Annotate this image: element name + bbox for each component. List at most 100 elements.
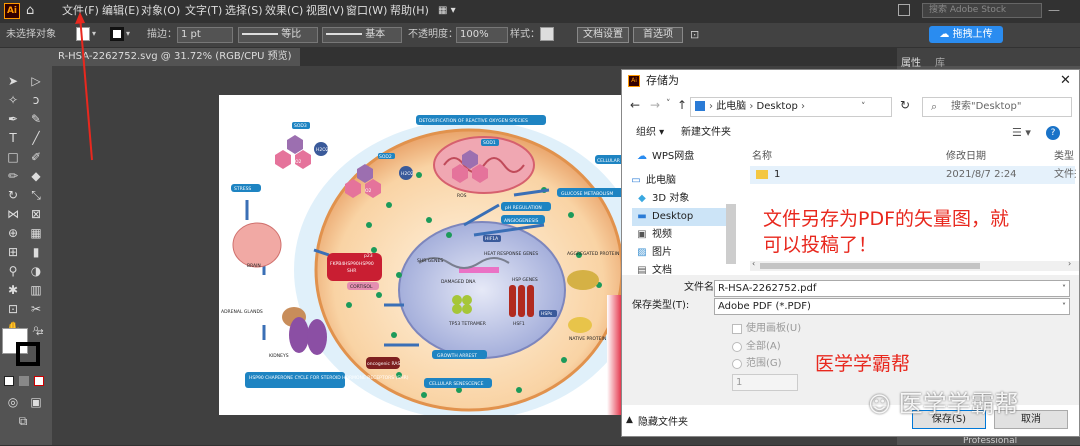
- view-options-icon[interactable]: ☰ ▾: [1012, 122, 1031, 144]
- pen-tool-icon[interactable]: ✒: [6, 112, 20, 126]
- desktop-search-input[interactable]: ⌕ 搜索"Desktop": [922, 97, 1072, 117]
- hide-folders-icon[interactable]: ▲: [626, 415, 633, 425]
- selection-tool-icon[interactable]: ➤: [6, 74, 20, 88]
- column-graph-tool-icon[interactable]: ▥: [29, 283, 43, 297]
- paintbrush-tool-icon[interactable]: ✐: [29, 150, 43, 164]
- stroke-weight-field[interactable]: 1 pt: [177, 27, 233, 43]
- dialog-title: 存储为: [646, 74, 679, 87]
- breadcrumb-this-pc[interactable]: 此电脑: [716, 101, 746, 112]
- stroke-color-box[interactable]: [16, 342, 40, 366]
- breadcrumb-desktop[interactable]: Desktop: [757, 101, 798, 112]
- line-tool-icon[interactable]: ╱: [29, 131, 43, 145]
- free-transform-tool-icon[interactable]: ⊠: [29, 207, 43, 221]
- recent-dropdown-icon[interactable]: ˅: [666, 99, 671, 109]
- forward-arrow-icon[interactable]: →: [650, 98, 660, 112]
- label-p23: p23: [364, 253, 373, 259]
- label-hsp90-a: HSP90: [344, 261, 359, 267]
- libraries-tab[interactable]: 库: [935, 54, 945, 69]
- nav-item-this-pc[interactable]: ▭ 此电脑: [630, 172, 730, 190]
- slice-tool-icon[interactable]: ✂: [29, 302, 43, 316]
- scroll-thumb[interactable]: [760, 263, 980, 269]
- lasso-tool-icon[interactable]: ↄ: [29, 93, 43, 107]
- artboard[interactable]: DETOXIFICATION OF REACTIVE OXYGEN SPECIE…: [219, 95, 624, 415]
- address-dropdown-icon[interactable]: ˅: [861, 98, 866, 116]
- eyedropper-tool-icon[interactable]: ⚲: [6, 264, 20, 278]
- all-radio[interactable]: [732, 342, 742, 352]
- nav-item-documents[interactable]: ▤ 文档: [636, 262, 736, 274]
- magic-wand-tool-icon[interactable]: ✧: [6, 93, 20, 107]
- column-date[interactable]: 修改日期: [946, 148, 986, 166]
- scroll-left-icon[interactable]: ‹: [752, 259, 755, 268]
- filename-input[interactable]: R-HSA-2262752.pdf ˅: [714, 280, 1070, 297]
- shape-builder-tool-icon[interactable]: ⊕: [6, 226, 20, 240]
- preferences-button[interactable]: 首选项: [633, 27, 683, 43]
- scroll-right-icon[interactable]: ›: [1068, 259, 1071, 268]
- document-setup-button[interactable]: 文档设置: [577, 27, 629, 43]
- nav-item-videos[interactable]: ▣ 视频: [636, 226, 736, 244]
- address-bar[interactable]: › 此电脑 › Desktop › ˅: [690, 97, 892, 117]
- stock-search-input[interactable]: 搜索 Adobe Stock: [922, 3, 1042, 18]
- perspective-grid-tool-icon[interactable]: ▦: [29, 226, 43, 240]
- width-tool-icon[interactable]: ⋈: [6, 207, 20, 221]
- draw-mode-icon[interactable]: ◎: [6, 395, 20, 409]
- nav-item-pictures[interactable]: ▨ 图片: [636, 244, 736, 262]
- back-arrow-icon[interactable]: ←: [630, 98, 640, 112]
- arrange-documents-icon[interactable]: ▦ ▾: [438, 5, 460, 17]
- color-mode-icon[interactable]: [4, 376, 14, 386]
- up-arrow-icon[interactable]: ↑: [677, 98, 687, 112]
- window-minimize-icon[interactable]: —: [1048, 4, 1074, 17]
- nav-scrollbar[interactable]: [726, 204, 736, 264]
- organize-button[interactable]: 组织 ▾: [636, 122, 664, 144]
- stroke-swatch[interactable]: [110, 27, 124, 41]
- filetype-dropdown-icon[interactable]: ˅: [1062, 299, 1069, 314]
- range-radio[interactable]: [732, 359, 742, 369]
- filename-dropdown-icon[interactable]: ˅: [1062, 281, 1069, 296]
- mesh-tool-icon[interactable]: ⊞: [6, 245, 20, 259]
- opacity-field[interactable]: 100%: [456, 27, 508, 43]
- file-row[interactable]: 1 2021/8/7 2:24 文件夹: [750, 166, 1076, 184]
- eraser-tool-icon[interactable]: ◆: [29, 169, 43, 183]
- variable-width-select[interactable]: 等比: [238, 27, 318, 43]
- brush-select[interactable]: 基本: [322, 27, 402, 43]
- rectangle-tool-icon[interactable]: □: [6, 150, 20, 164]
- direct-selection-tool-icon[interactable]: ▷: [29, 74, 43, 88]
- gradient-mode-icon[interactable]: [19, 376, 29, 386]
- arrange-icon[interactable]: ⊡: [690, 28, 699, 41]
- type-tool-icon[interactable]: T: [6, 131, 20, 145]
- rotate-tool-icon[interactable]: ↻: [6, 188, 20, 202]
- menu-help[interactable]: 帮助(H): [385, 0, 434, 22]
- screen-mode-icon[interactable]: ▣: [29, 395, 43, 409]
- column-type[interactable]: 类型: [1054, 148, 1074, 166]
- menu-object[interactable]: 对象(O): [136, 0, 185, 22]
- cube-icon: ◆: [638, 193, 646, 204]
- stroke-dropdown-icon[interactable]: ▾: [126, 29, 130, 38]
- nav-item-desktop[interactable]: ▬ Desktop: [632, 208, 736, 226]
- gradient-tool-icon[interactable]: ▮: [29, 245, 43, 259]
- properties-tab[interactable]: 属性: [901, 54, 921, 69]
- shaper-tool-icon[interactable]: ✏: [6, 169, 20, 183]
- edit-toolbar-icon[interactable]: ⧉: [16, 414, 30, 428]
- range-input[interactable]: 1: [732, 374, 798, 391]
- help-icon[interactable]: ?: [1046, 126, 1060, 140]
- hide-folders-label[interactable]: 隐藏文件夹: [638, 413, 688, 428]
- refresh-icon[interactable]: ↻: [900, 98, 910, 112]
- home-icon[interactable]: ⌂: [26, 3, 42, 19]
- horizontal-scrollbar[interactable]: ‹ ›: [750, 259, 1079, 271]
- close-icon[interactable]: ✕: [1060, 70, 1071, 92]
- artboard-tool-icon[interactable]: ⊡: [6, 302, 20, 316]
- none-mode-icon[interactable]: [34, 376, 44, 386]
- upload-button[interactable]: ☁ 拖拽上传: [929, 26, 1003, 43]
- column-name[interactable]: 名称: [752, 148, 772, 166]
- use-artboards-checkbox[interactable]: [732, 324, 742, 334]
- scale-tool-icon[interactable]: ⤡: [29, 188, 43, 202]
- nav-item-3d-objects[interactable]: ◆ 3D 对象: [636, 190, 736, 208]
- symbol-sprayer-tool-icon[interactable]: ✱: [6, 283, 20, 297]
- blend-tool-icon[interactable]: ◑: [29, 264, 43, 278]
- curvature-tool-icon[interactable]: ✎: [29, 112, 43, 126]
- filetype-select[interactable]: Adobe PDF (*.PDF) ˅: [714, 298, 1070, 315]
- swap-colors-icon[interactable]: ⇄: [36, 328, 44, 338]
- style-swatch[interactable]: [540, 27, 554, 41]
- panel-toggle-icon[interactable]: [898, 4, 910, 16]
- nav-item-wps[interactable]: ☁ WPS网盘: [636, 148, 736, 166]
- new-folder-button[interactable]: 新建文件夹: [681, 122, 731, 144]
